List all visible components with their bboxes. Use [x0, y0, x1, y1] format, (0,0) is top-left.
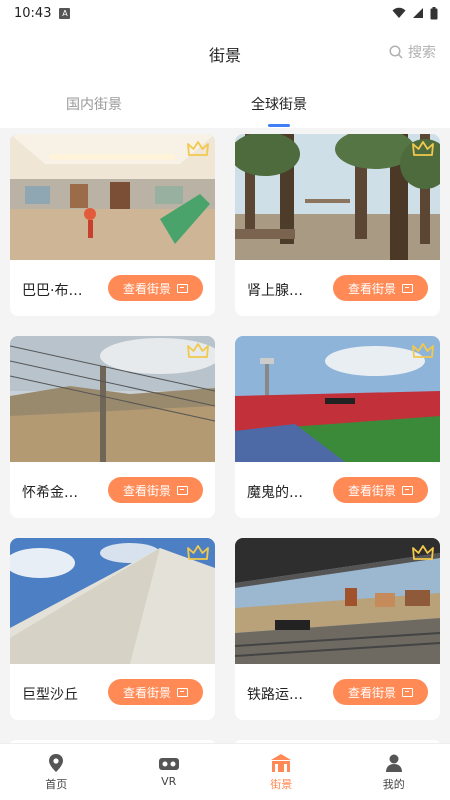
search-button[interactable]: 搜索	[389, 42, 436, 62]
status-bar: 10:43 A	[0, 0, 450, 26]
nav-label: 首页	[45, 777, 68, 791]
card-thumbnail[interactable]	[10, 538, 215, 664]
card-title: 巨型沙丘	[22, 687, 78, 703]
tab-indicator	[268, 124, 290, 127]
nav-home[interactable]: 首页	[0, 744, 113, 800]
nav-streetview[interactable]: 街景	[225, 744, 338, 800]
nav-label: 我的	[382, 777, 405, 791]
tab-bar: 国内街景 全球街景	[0, 84, 450, 128]
card-thumbnail[interactable]	[235, 336, 440, 462]
search-label: 搜索	[408, 45, 436, 61]
panorama-icon	[402, 485, 413, 495]
button-label: 查看街景	[122, 281, 171, 296]
streetview-card[interactable]: 巨型沙丘 查看街景	[10, 538, 215, 720]
page-header: 街景 搜索	[0, 26, 450, 78]
wifi-icon	[392, 7, 406, 18]
search-icon	[389, 45, 403, 59]
card-thumbnail[interactable]	[10, 336, 215, 462]
view-streetview-button[interactable]: 查看街景	[333, 275, 428, 301]
streetview-card[interactable]: 肾上腺… 查看街景	[235, 134, 440, 316]
tab-global[interactable]: 全球街景	[251, 94, 307, 114]
card-title: 巴巴·布…	[22, 283, 83, 299]
card-title: 铁路运…	[247, 687, 303, 703]
card-title: 怀希金…	[22, 485, 78, 501]
page-title: 街景	[208, 46, 241, 65]
location-pin-icon	[49, 753, 64, 772]
card-title: 肾上腺…	[247, 283, 303, 299]
streetview-grid: 巴巴·布… 查看街景 肾上腺… 查看街景 怀希金… 查看街景 魔鬼的… 查看街景…	[0, 128, 450, 743]
panorama-icon	[402, 283, 413, 293]
crown-icon	[412, 141, 434, 156]
crown-icon	[187, 545, 209, 560]
building-icon	[271, 753, 292, 772]
crown-icon	[412, 343, 434, 358]
view-streetview-button[interactable]: 查看街景	[108, 275, 203, 301]
panorama-icon	[177, 283, 188, 293]
view-streetview-button[interactable]: 查看街景	[108, 477, 203, 503]
button-label: 查看街景	[347, 685, 396, 700]
tab-domestic[interactable]: 国内街景	[66, 94, 122, 114]
nav-profile[interactable]: 我的	[338, 744, 450, 800]
view-streetview-button[interactable]: 查看街景	[108, 679, 203, 705]
card-title: 魔鬼的…	[247, 485, 303, 501]
battery-icon	[430, 6, 438, 19]
notification-a-icon: A	[59, 7, 71, 19]
card-thumbnail[interactable]	[10, 134, 215, 260]
panorama-icon	[402, 687, 413, 697]
crown-icon	[187, 343, 209, 358]
card-thumbnail[interactable]	[235, 134, 440, 260]
streetview-card[interactable]: 铁路运… 查看街景	[235, 538, 440, 720]
view-streetview-button[interactable]: 查看街景	[333, 679, 428, 705]
view-streetview-button[interactable]: 查看街景	[333, 477, 428, 503]
crown-icon	[187, 141, 209, 156]
streetview-card[interactable]: 巴巴·布… 查看街景	[10, 134, 215, 316]
nav-label: 街景	[270, 777, 293, 791]
vr-headset-icon	[158, 758, 179, 770]
signal-icon	[413, 8, 423, 18]
nav-label: VR	[161, 775, 177, 788]
button-label: 查看街景	[122, 685, 171, 700]
nav-vr[interactable]: VR	[113, 744, 226, 800]
streetview-card[interactable]: 怀希金… 查看街景	[10, 336, 215, 518]
crown-icon	[412, 545, 434, 560]
panorama-icon	[177, 485, 188, 495]
button-label: 查看街景	[122, 483, 171, 498]
status-time: 10:43	[14, 5, 52, 21]
card-thumbnail[interactable]	[235, 538, 440, 664]
status-icons	[392, 6, 438, 20]
streetview-card[interactable]: 魔鬼的… 查看街景	[235, 336, 440, 518]
button-label: 查看街景	[347, 483, 396, 498]
bottom-nav: 首页 VR 街景 我的	[0, 743, 450, 800]
person-icon	[385, 754, 402, 772]
button-label: 查看街景	[347, 281, 396, 296]
panorama-icon	[177, 687, 188, 697]
